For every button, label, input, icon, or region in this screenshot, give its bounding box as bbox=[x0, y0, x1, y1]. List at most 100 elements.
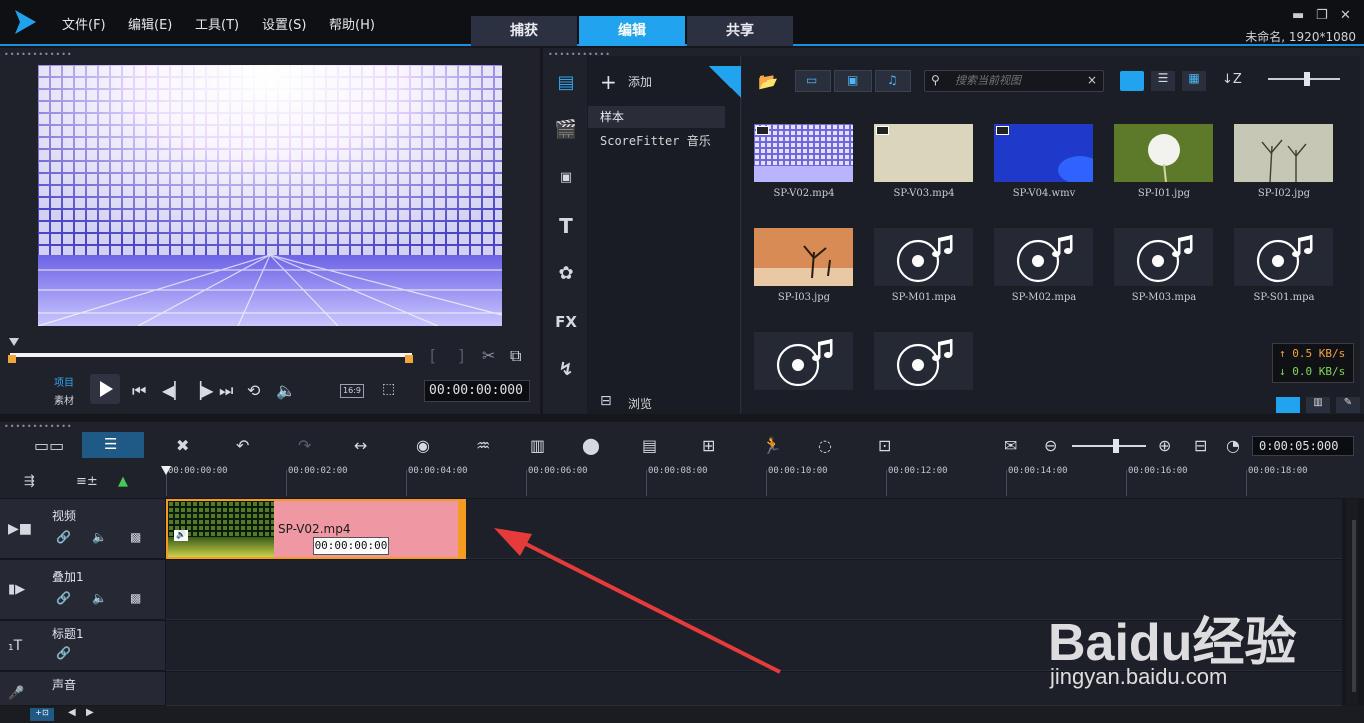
folder-samples[interactable]: 样本 bbox=[588, 106, 725, 128]
transition-icon[interactable]: ▣ bbox=[553, 165, 579, 191]
fit-project-icon[interactable]: ↔ bbox=[354, 436, 367, 455]
tab-capture[interactable]: 捕获 bbox=[471, 16, 577, 46]
close-icon[interactable]: ✕ bbox=[1340, 8, 1351, 23]
media-item[interactable]: SP-V03.mp4 bbox=[864, 106, 984, 210]
media-item[interactable]: SP-V04.wmv bbox=[984, 106, 1104, 210]
ripple-link-icon[interactable]: 🔗 bbox=[56, 530, 71, 544]
media-item[interactable]: SP-M02.mpa bbox=[984, 210, 1104, 314]
title-icon[interactable]: T bbox=[553, 213, 579, 239]
split-scissors-icon[interactable]: ✂ bbox=[482, 346, 495, 365]
clear-search-icon[interactable]: × bbox=[1087, 73, 1097, 87]
menu-file[interactable]: 文件(F) bbox=[62, 14, 106, 33]
media-item[interactable]: SP-I03.jpg bbox=[744, 210, 864, 314]
go-start-icon[interactable]: ⏮ bbox=[132, 381, 146, 401]
media-category-icon[interactable]: ▤ bbox=[553, 70, 579, 96]
multi-camera-icon[interactable]: ⊞ bbox=[702, 436, 715, 455]
fx-icon[interactable]: FX bbox=[553, 309, 579, 335]
record-capture-icon[interactable]: ◉ bbox=[416, 436, 430, 455]
clip-audio-icon[interactable]: 🔊 bbox=[174, 530, 188, 541]
aspect-ratio-button[interactable]: 16:9 bbox=[340, 384, 364, 398]
show-audio-button[interactable]: ♫ bbox=[875, 70, 911, 92]
zoom-in-icon[interactable]: ⊕ bbox=[1158, 436, 1171, 455]
zoom-slider[interactable] bbox=[1072, 445, 1146, 447]
track-transparency-icon[interactable]: ▩ bbox=[130, 530, 141, 544]
mode-clip[interactable]: 素材 bbox=[54, 392, 74, 407]
overlay-link-icon[interactable]: 🔗 bbox=[56, 591, 71, 605]
media-item[interactable]: SP-I01.jpg bbox=[1104, 106, 1224, 210]
track-mute-icon[interactable]: 🔈 bbox=[92, 530, 107, 544]
graphics-icon[interactable]: ✿ bbox=[553, 261, 579, 287]
smart-proxy-icon[interactable]: ⬚ bbox=[382, 381, 395, 397]
fit-timeline-icon[interactable]: ⊟ bbox=[1194, 436, 1207, 455]
playhead-icon[interactable] bbox=[161, 466, 171, 475]
pan-zoom-icon[interactable]: ⊡ bbox=[878, 436, 891, 455]
volume-icon[interactable]: 🔈 bbox=[276, 381, 296, 400]
smart-render-icon[interactable]: ✉ bbox=[1004, 436, 1017, 455]
overlay-transparency-icon[interactable]: ▩ bbox=[130, 591, 141, 605]
mode-project[interactable]: 项目 bbox=[54, 374, 74, 389]
add-folder-label[interactable]: 添加 bbox=[628, 73, 652, 90]
track-voice-header[interactable] bbox=[0, 672, 165, 706]
minimize-icon[interactable]: ▬ bbox=[1292, 8, 1304, 23]
mark-in-bracket-icon[interactable]: [ bbox=[430, 346, 436, 365]
instant-project-icon[interactable]: 🎬 bbox=[553, 117, 579, 143]
media-item[interactable]: SP-V02.mp4 bbox=[744, 106, 864, 210]
sound-mixer-icon[interactable]: ♒ bbox=[476, 436, 490, 455]
restore-icon[interactable]: ❐ bbox=[1316, 8, 1328, 23]
zoom-out-icon[interactable]: ⊖ bbox=[1044, 436, 1057, 455]
scroll-right-icon[interactable]: ▶ bbox=[86, 707, 94, 718]
track-manager-icon[interactable]: ⇶ bbox=[24, 474, 35, 489]
add-folder-icon[interactable]: + bbox=[600, 70, 617, 94]
media-item[interactable]: SP-S01.mpa bbox=[1224, 210, 1344, 314]
chapter-point-icon[interactable]: ▲ bbox=[118, 474, 128, 489]
title-link-icon[interactable]: 🔗 bbox=[56, 646, 71, 660]
player-grip[interactable]: •••••••••••• bbox=[4, 51, 73, 59]
menu-edit[interactable]: 编辑(E) bbox=[128, 14, 172, 33]
media-item[interactable]: SP-M01.mpa bbox=[864, 210, 984, 314]
overlay-mute-icon[interactable]: 🔈 bbox=[92, 591, 107, 605]
show-photo-button[interactable]: ▣ bbox=[834, 70, 872, 92]
scrub-bar[interactable] bbox=[10, 353, 412, 357]
insert-icon[interactable]: +⊡ bbox=[30, 708, 54, 721]
tools-icon[interactable]: ✖ bbox=[176, 436, 189, 455]
enlarge-preview-icon[interactable]: ⧉ bbox=[510, 346, 521, 366]
tab-edit[interactable]: 编辑 bbox=[579, 16, 685, 46]
browse-label[interactable]: 浏览 bbox=[628, 395, 652, 412]
menu-help[interactable]: 帮助(H) bbox=[329, 14, 375, 33]
browse-icon[interactable]: ⊟ bbox=[600, 393, 612, 409]
pin-library-icon[interactable] bbox=[709, 66, 741, 98]
storyboard-view-icon[interactable]: ▭▭ bbox=[34, 436, 64, 455]
motion-tracking-icon[interactable]: ⬤ bbox=[582, 436, 600, 455]
menu-tools[interactable]: 工具(T) bbox=[195, 14, 239, 33]
mark-in-icon[interactable] bbox=[8, 355, 16, 363]
mark-out-bracket-icon[interactable]: ] bbox=[458, 346, 464, 365]
player-timecode[interactable]: 00:00:00:000 bbox=[424, 380, 530, 402]
menu-settings[interactable]: 设置(S) bbox=[262, 14, 306, 33]
tab-share[interactable]: 共享 bbox=[687, 16, 793, 46]
view-thumbnail-button[interactable] bbox=[1120, 71, 1144, 91]
media-item[interactable] bbox=[864, 314, 984, 418]
next-frame-icon[interactable]: ▕▶ bbox=[189, 381, 214, 400]
subtitle-editor-icon[interactable]: ▤ bbox=[642, 436, 657, 455]
go-end-icon[interactable]: ⏭ bbox=[219, 381, 233, 401]
auto-music-icon[interactable]: ▥ bbox=[530, 436, 545, 455]
undo-icon[interactable]: ↶ bbox=[236, 436, 249, 455]
timeline-view-button[interactable]: ☰ bbox=[82, 432, 144, 458]
media-item[interactable]: SP-I02.jpg bbox=[1224, 106, 1344, 210]
view-list-icon[interactable]: ☰ bbox=[1151, 71, 1175, 91]
path-icon[interactable]: ↯ bbox=[553, 357, 579, 383]
import-media-icon[interactable]: 📂 bbox=[758, 72, 778, 91]
prev-frame-icon[interactable]: ◀▏ bbox=[162, 381, 187, 400]
sort-icon[interactable]: ↓Z bbox=[1222, 72, 1242, 87]
add-track-icon[interactable]: ≡± bbox=[76, 474, 98, 489]
search-input[interactable] bbox=[955, 73, 1083, 89]
scroll-left-icon[interactable]: ◀ bbox=[68, 707, 76, 718]
media-item[interactable] bbox=[744, 314, 864, 418]
media-item[interactable]: SP-M03.mpa bbox=[1104, 210, 1224, 314]
library-view-1-icon[interactable] bbox=[1276, 397, 1300, 413]
redo-icon[interactable]: ↷ bbox=[298, 436, 311, 455]
scrub-handle-icon[interactable] bbox=[9, 338, 19, 346]
scrollbar-thumb[interactable] bbox=[1352, 520, 1356, 692]
time-remap-icon[interactable]: 🏃 bbox=[762, 436, 782, 455]
repeat-icon[interactable]: ⟲ bbox=[247, 381, 260, 400]
